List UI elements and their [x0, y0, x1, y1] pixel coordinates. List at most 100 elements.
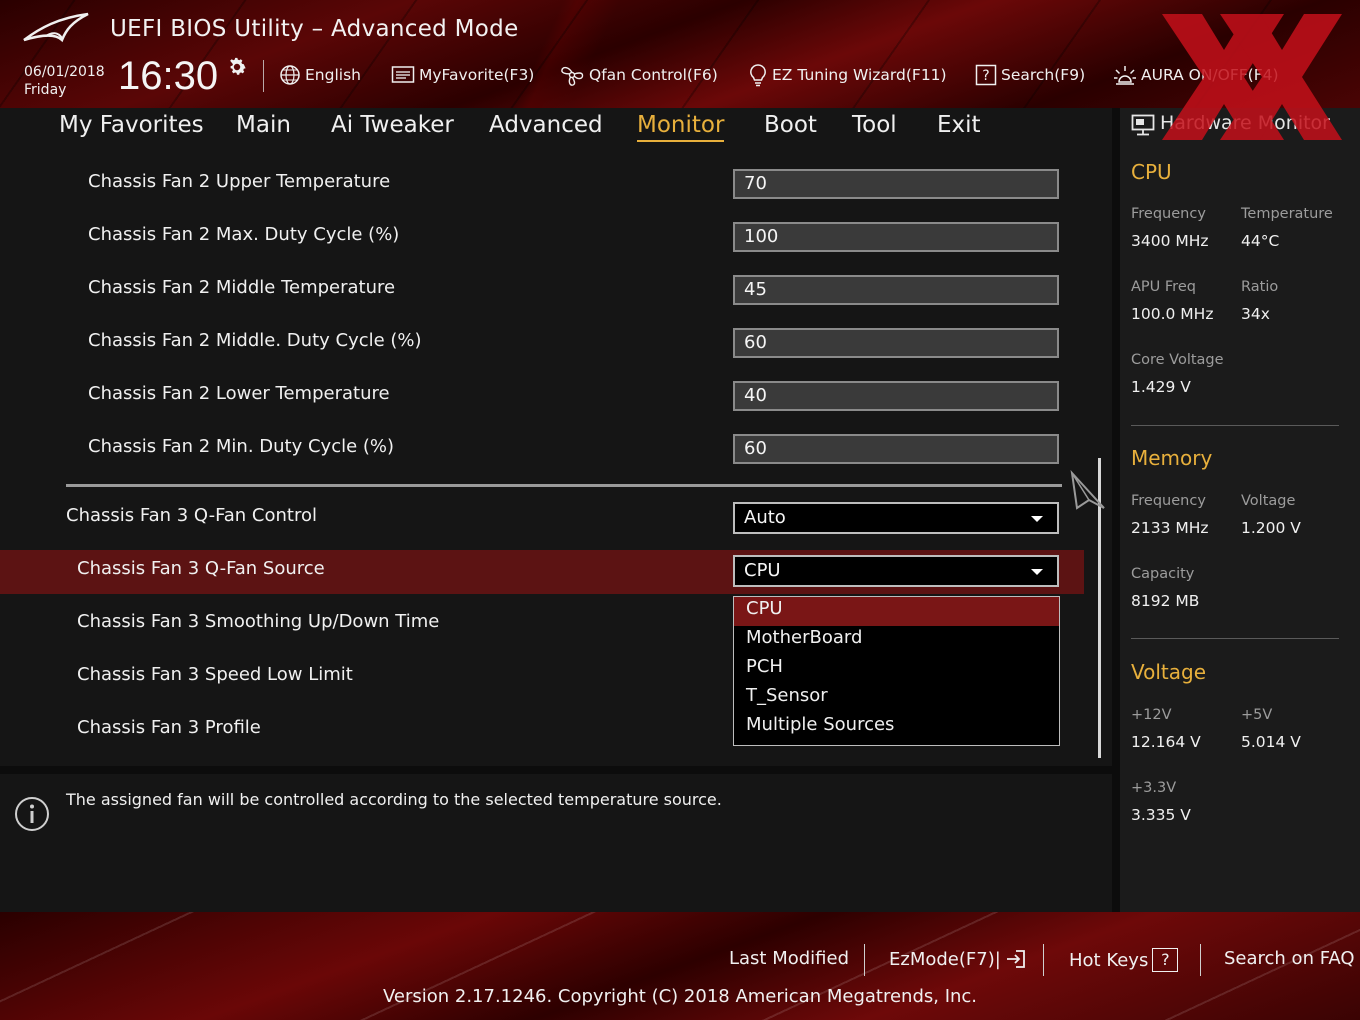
help-box-icon: ? — [1152, 948, 1179, 972]
hot-keys-label: Hot Keys — [1069, 949, 1149, 971]
info-icon — [15, 797, 49, 831]
qfan-control-button[interactable]: Qfan Control(F6) — [559, 64, 718, 86]
svg-text:?: ? — [982, 68, 989, 84]
lightbulb-icon — [750, 64, 766, 87]
ezmode-label: EzMode(F7)| — [889, 948, 1001, 970]
monitor-icon — [1131, 114, 1155, 136]
ratio-label: Ratio — [1241, 279, 1279, 295]
tab-advanced[interactable]: Advanced — [489, 112, 603, 138]
v5-label: +5V — [1241, 707, 1273, 723]
fan3-smoothing-label[interactable]: Chassis Fan 3 Smoothing Up/Down Time — [77, 611, 439, 632]
help-text: The assigned fan will be controlled acco… — [66, 790, 722, 809]
section-divider — [66, 484, 1062, 487]
ratio-value: 34x — [1241, 305, 1270, 323]
fan3-qfan-control-value: Auto — [744, 507, 786, 528]
v33-label: +3.3V — [1131, 780, 1177, 796]
memory-capacity-value: 8192 MB — [1131, 592, 1200, 610]
fan2-upper-temp-label: Chassis Fan 2 Upper Temperature — [88, 171, 391, 192]
apu-freq-label: APU Freq — [1131, 279, 1196, 295]
fan3-qfan-control-select[interactable]: Auto — [733, 502, 1059, 534]
search-label: Search(F9) — [1001, 66, 1086, 84]
mouse-pointer-icon — [1070, 470, 1105, 510]
v33-value: 3.335 V — [1131, 806, 1191, 824]
hardware-monitor-panel: Hardware Monitor CPU Frequency Temperatu… — [1120, 108, 1360, 912]
fan2-middle-temp-field[interactable]: 45 — [733, 275, 1059, 305]
memory-frequency-value: 2133 MHz — [1131, 519, 1209, 537]
myfavorite-label: MyFavorite(F3) — [419, 66, 535, 84]
fan2-max-duty-label: Chassis Fan 2 Max. Duty Cycle (%) — [88, 224, 400, 245]
fan2-min-duty-field[interactable]: 60 — [733, 434, 1059, 464]
v5-value: 5.014 V — [1241, 733, 1301, 751]
last-modified-button[interactable]: Last Modified — [729, 948, 849, 969]
memory-voltage-label: Voltage — [1241, 493, 1296, 509]
tab-main[interactable]: Main — [236, 112, 291, 138]
memory-frequency-label: Frequency — [1131, 493, 1206, 509]
fan2-max-duty-field[interactable]: 100 — [733, 222, 1059, 252]
myfavorite-button[interactable]: MyFavorite(F3) — [391, 64, 534, 86]
dropdown-option-t-sensor[interactable]: T_Sensor — [734, 684, 1059, 713]
fan3-qfan-source-label: Chassis Fan 3 Q-Fan Source — [77, 558, 325, 579]
dropdown-option-multiple-sources[interactable]: Multiple Sources — [734, 713, 1059, 742]
language-button[interactable]: English — [279, 64, 361, 86]
footer-divider — [1043, 944, 1044, 976]
search-button[interactable]: ? Search(F9) — [975, 64, 1085, 86]
core-voltage-value: 1.429 V — [1131, 378, 1191, 396]
hwm-divider — [1131, 638, 1339, 639]
fan2-lower-temp-field[interactable]: 40 — [733, 381, 1059, 411]
dropdown-option-pch[interactable]: PCH — [734, 655, 1059, 684]
hardware-monitor-title: Hardware Monitor — [1160, 112, 1330, 134]
core-voltage-label: Core Voltage — [1131, 352, 1224, 368]
ez-tuning-wizard-button[interactable]: EZ Tuning Wizard(F11) — [748, 64, 947, 87]
dropdown-arrow-icon — [1031, 569, 1043, 575]
tab-tool[interactable]: Tool — [852, 112, 897, 138]
fan2-upper-temp-field[interactable]: 70 — [733, 169, 1059, 199]
fan-icon — [561, 66, 584, 86]
fan2-middle-duty-field[interactable]: 60 — [733, 328, 1059, 358]
fan2-middle-temp-label: Chassis Fan 2 Middle Temperature — [88, 277, 396, 298]
fan3-qfan-source-select[interactable]: CPU — [733, 555, 1059, 587]
voltage-heading: Voltage — [1131, 660, 1207, 684]
aura-light-icon — [1114, 66, 1136, 85]
help-box-icon: ? — [975, 64, 997, 86]
aura-toggle-button[interactable]: AURA ON/OFF(F4) — [1113, 64, 1279, 86]
header-bar: UEFI BIOS Utility – Advanced Mode 06/01/… — [0, 0, 1360, 108]
tab-ai-tweaker[interactable]: Ai Tweaker — [331, 112, 454, 138]
fan3-qfan-control-label: Chassis Fan 3 Q-Fan Control — [66, 505, 317, 526]
footer-divider — [864, 944, 865, 976]
memory-heading: Memory — [1131, 446, 1213, 470]
tab-monitor[interactable]: Monitor — [637, 112, 725, 142]
qfan-source-dropdown: CPU MotherBoard PCH T_Sensor Multiple So… — [733, 596, 1060, 746]
memory-capacity-label: Capacity — [1131, 566, 1195, 582]
cpu-frequency-label: Frequency — [1131, 206, 1206, 222]
fan3-profile-label[interactable]: Chassis Fan 3 Profile — [77, 717, 261, 738]
cpu-temperature-value: 44°C — [1241, 232, 1280, 250]
memory-voltage-value: 1.200 V — [1241, 519, 1301, 537]
cpu-temperature-label: Temperature — [1241, 206, 1333, 222]
qfan-control-label: Qfan Control(F6) — [589, 66, 718, 84]
tab-boot[interactable]: Boot — [764, 112, 817, 138]
day-display: Friday — [24, 82, 67, 98]
footer-bar: Last Modified EzMode(F7)| Hot Keys ? Sea… — [0, 912, 1360, 1020]
tab-my-favorites[interactable]: My Favorites — [59, 112, 204, 138]
fan2-lower-temp-label: Chassis Fan 2 Lower Temperature — [88, 383, 390, 404]
v12-label: +12V — [1131, 707, 1172, 723]
dropdown-option-motherboard[interactable]: MotherBoard — [734, 626, 1059, 655]
version-text: Version 2.17.1246. Copyright (C) 2018 Am… — [382, 986, 978, 1007]
fan2-min-duty-label: Chassis Fan 2 Min. Duty Cycle (%) — [88, 436, 395, 457]
help-info-panel: The assigned fan will be controlled acco… — [0, 774, 1112, 912]
gear-icon[interactable] — [226, 56, 248, 78]
fan3-speed-low-limit-label[interactable]: Chassis Fan 3 Speed Low Limit — [77, 664, 353, 685]
ezmode-button[interactable]: EzMode(F7)| — [889, 948, 1027, 970]
aura-label: AURA ON/OFF(F4) — [1141, 66, 1279, 84]
date-display: 06/01/2018 — [24, 64, 105, 80]
fan3-qfan-source-value: CPU — [744, 560, 781, 581]
dropdown-option-cpu[interactable]: CPU — [734, 597, 1059, 626]
fan2-middle-duty-label: Chassis Fan 2 Middle. Duty Cycle (%) — [88, 330, 422, 351]
favorite-list-icon — [391, 66, 415, 83]
exit-arrow-icon — [1006, 950, 1025, 968]
language-label: English — [305, 66, 361, 84]
dropdown-arrow-icon — [1031, 516, 1043, 522]
search-on-faq-button[interactable]: Search on FAQ — [1224, 948, 1355, 969]
hot-keys-button[interactable]: Hot Keys ? — [1069, 948, 1179, 972]
tab-exit[interactable]: Exit — [937, 112, 981, 138]
